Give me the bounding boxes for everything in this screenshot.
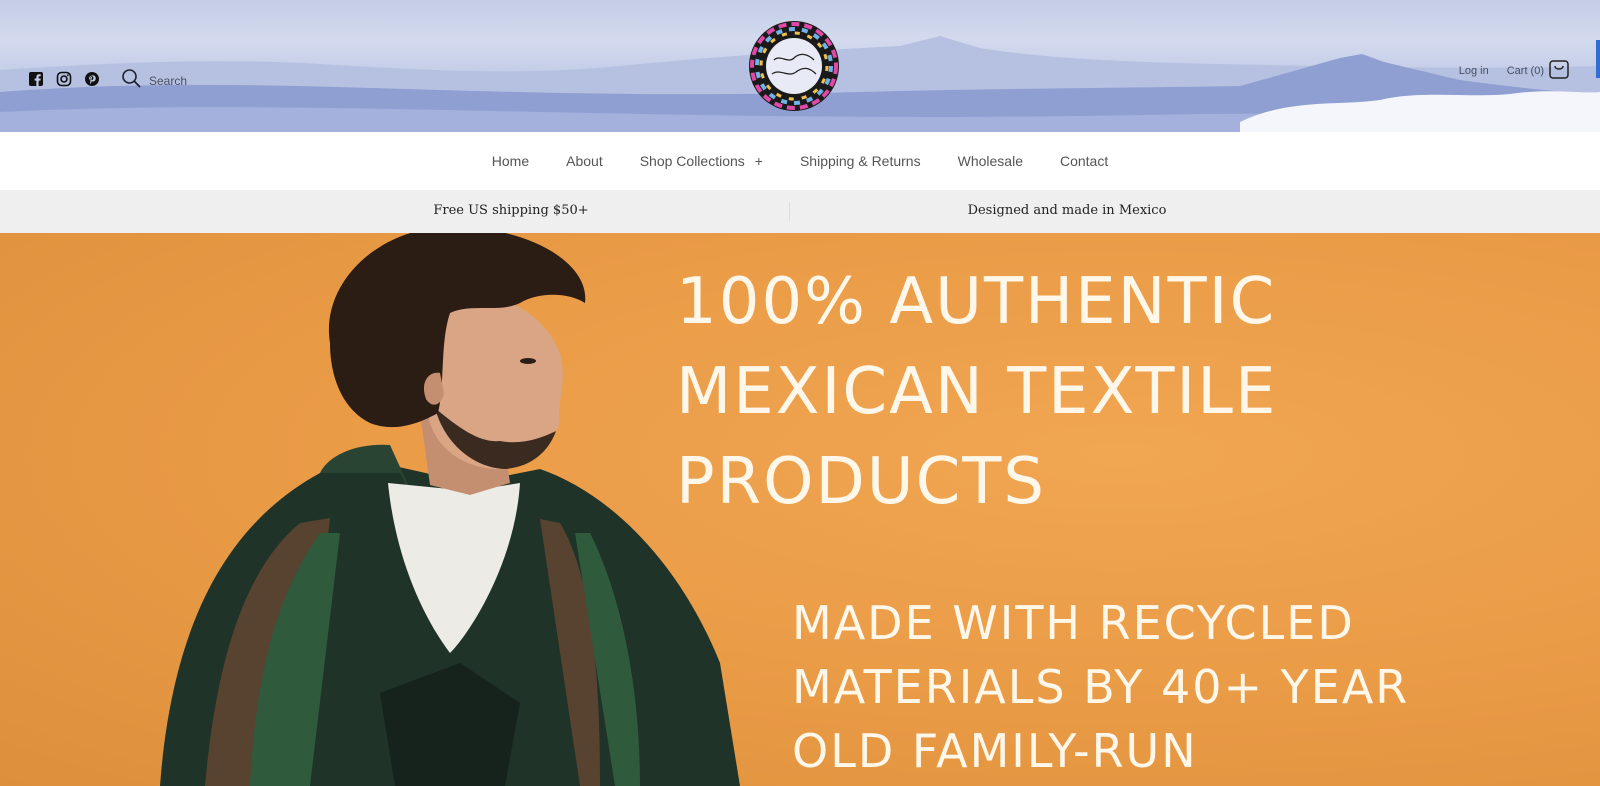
- nav-item-shop-collections[interactable]: Shop Collections +: [640, 153, 763, 169]
- announcement-bar: Free US shipping $50+ Designed and made …: [0, 190, 1600, 233]
- scrollbar[interactable]: [1596, 40, 1600, 78]
- nav-item-label: Wholesale: [957, 153, 1023, 169]
- subline-line: OLD FAMILY-RUN: [792, 724, 1198, 778]
- instagram-icon[interactable]: [56, 71, 72, 87]
- nav-item-label: Contact: [1059, 153, 1109, 169]
- nav-item-contact[interactable]: Contact: [1060, 153, 1108, 169]
- login-link[interactable]: Log in: [1459, 65, 1489, 77]
- hero-banner[interactable]: 100% AUTHENTIC MEXICAN TEXTILE PRODUCTS …: [0, 233, 1600, 786]
- shopping-bag-icon: [1548, 58, 1570, 83]
- divider: [789, 202, 790, 221]
- nav-item-wholesale[interactable]: Wholesale: [958, 153, 1023, 169]
- plus-icon: +: [754, 153, 763, 169]
- hero-subheadline: MADE WITH RECYCLED MATERIALS BY 40+ YEAR…: [792, 591, 1592, 783]
- nav-item-label: About: [566, 153, 603, 169]
- nav-item-label: Shop Collections: [639, 153, 745, 169]
- headline-line: PRODUCTS: [676, 445, 1046, 519]
- cart-link[interactable]: Cart (0): [1507, 58, 1570, 83]
- cart-label: Cart (0): [1506, 64, 1544, 77]
- nav-item-label: Home: [491, 153, 530, 169]
- subline-line: MATERIALS BY 40+ YEAR: [792, 660, 1410, 714]
- search-input[interactable]: Search: [149, 74, 187, 88]
- social-links: [28, 71, 100, 87]
- nav-item-home[interactable]: Home: [492, 153, 529, 169]
- main-navigation: Home About Shop Collections + Shipping &…: [0, 132, 1600, 190]
- subline-line: MADE WITH RECYCLED: [792, 596, 1355, 650]
- facebook-icon[interactable]: [28, 71, 44, 87]
- announcement-made-in-mexico: Designed and made in Mexico: [967, 203, 1167, 218]
- nav-item-about[interactable]: About: [566, 153, 603, 169]
- nav-item-label: Shipping & Returns: [799, 153, 921, 169]
- headline-line: 100% AUTHENTIC: [676, 265, 1277, 339]
- search-icon[interactable]: [121, 68, 141, 93]
- account-links: Log in Cart (0): [1459, 58, 1570, 83]
- hero-headline: 100% AUTHENTIC MEXICAN TEXTILE PRODUCTS: [676, 257, 1536, 527]
- pinterest-icon[interactable]: [84, 71, 100, 87]
- headline-line: MEXICAN TEXTILE: [676, 355, 1278, 429]
- search[interactable]: Search: [121, 68, 187, 93]
- brand-logo[interactable]: [748, 20, 840, 112]
- nav-item-shipping-returns[interactable]: Shipping & Returns: [800, 153, 921, 169]
- site-header: Search Log in Cart (0): [0, 0, 1600, 132]
- hero-model-photo: [160, 233, 740, 786]
